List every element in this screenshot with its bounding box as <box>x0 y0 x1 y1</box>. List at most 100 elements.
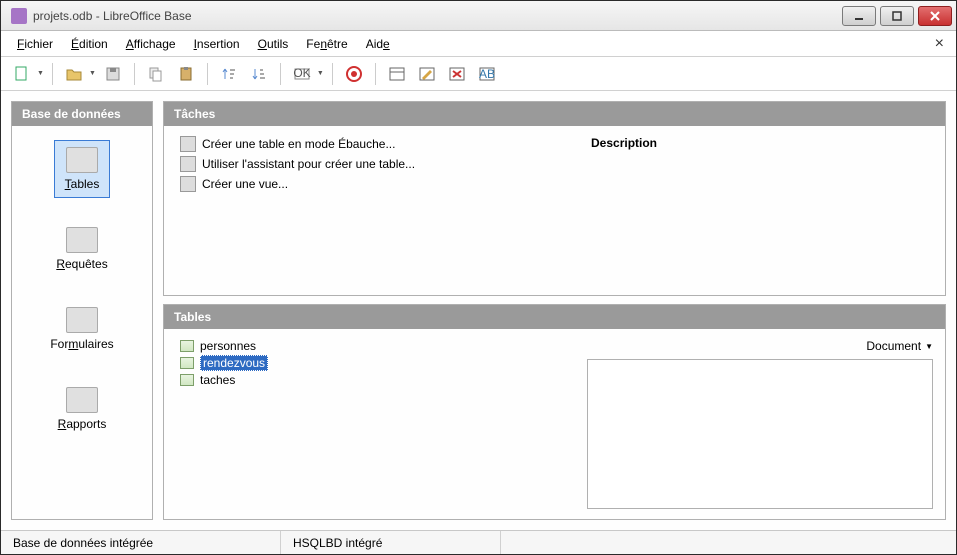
tables-panel-header: Tables <box>164 305 945 329</box>
menu-affichage[interactable]: Affichage <box>118 34 184 54</box>
task-icon <box>180 176 196 192</box>
database-panel: Base de données Tables Requêtes Formulai… <box>11 101 153 520</box>
sort-desc-icon[interactable] <box>246 61 272 87</box>
sidebar-item-label: Requêtes <box>56 257 107 271</box>
table-design-icon[interactable] <box>384 61 410 87</box>
task-create-view[interactable]: Créer une vue... <box>180 176 559 192</box>
close-document-icon[interactable]: × <box>931 35 948 53</box>
window-title: projets.odb - LibreOffice Base <box>33 9 838 23</box>
chevron-down-icon[interactable]: ▼ <box>37 70 44 77</box>
task-label: Utiliser l'assistant pour créer une tabl… <box>202 157 415 171</box>
edit-icon[interactable] <box>414 61 440 87</box>
menu-item-label: Aide <box>366 37 390 51</box>
minimize-button[interactable] <box>842 6 876 26</box>
maximize-button[interactable] <box>880 6 914 26</box>
table-item-label: rendezvous <box>200 355 268 371</box>
task-icon <box>180 136 196 152</box>
table-item-label: personnes <box>200 339 256 353</box>
menu-fenetre[interactable]: Fenêtre <box>298 34 355 54</box>
separator <box>207 63 208 85</box>
close-button[interactable] <box>918 6 952 26</box>
copy-icon[interactable] <box>143 61 169 87</box>
status-engine: HSQLBD intégré <box>281 531 501 554</box>
svg-text:AB: AB <box>479 67 495 81</box>
table-icon <box>180 374 194 386</box>
task-label: Créer une table en mode Ébauche... <box>202 137 395 151</box>
help-icon[interactable] <box>341 61 367 87</box>
separator <box>280 63 281 85</box>
preview-column: Document ▼ <box>575 329 945 519</box>
table-item-personnes[interactable]: personnes <box>180 339 559 353</box>
menu-outils[interactable]: Outils <box>250 34 297 54</box>
menu-item-label: Insertion <box>194 37 240 51</box>
paste-icon[interactable] <box>173 61 199 87</box>
table-icon <box>180 340 194 352</box>
reports-icon <box>66 387 98 413</box>
sidebar-item-label: Formulaires <box>50 337 113 351</box>
app-window: projets.odb - LibreOffice Base Fichier É… <box>0 0 957 555</box>
separator <box>332 63 333 85</box>
tables-body: personnes rendezvous taches <box>164 329 945 519</box>
menu-insertion[interactable]: Insertion <box>186 34 248 54</box>
description-header: Description <box>591 136 929 150</box>
open-doc-icon[interactable] <box>61 61 87 87</box>
window-controls <box>838 6 952 26</box>
sort-asc-icon[interactable] <box>216 61 242 87</box>
tables-icon <box>66 147 98 173</box>
chevron-down-icon[interactable]: ▼ <box>89 70 96 77</box>
tables-panel: Tables personnes rendezvous <box>163 304 946 520</box>
main-body: Base de données Tables Requêtes Formulai… <box>1 91 956 530</box>
forms-icon <box>66 307 98 333</box>
separator <box>375 63 376 85</box>
task-icon <box>180 156 196 172</box>
tasks-panel: Tâches Créer une table en mode Ébauche..… <box>163 101 946 296</box>
rename-icon[interactable]: AB <box>474 61 500 87</box>
delete-icon[interactable] <box>444 61 470 87</box>
separator <box>134 63 135 85</box>
form-ok-icon[interactable]: OK <box>289 61 315 87</box>
table-list: personnes rendezvous taches <box>164 329 575 519</box>
menu-item-label: Fenêtre <box>306 37 347 51</box>
sidebar-item-label: Rapports <box>58 417 107 431</box>
save-doc-icon[interactable] <box>100 61 126 87</box>
preview-box <box>587 359 933 509</box>
sidebar-item-tables[interactable]: Tables <box>54 140 111 198</box>
menu-edition[interactable]: Édition <box>63 34 116 54</box>
table-item-rendezvous[interactable]: rendezvous <box>180 355 559 371</box>
chevron-down-icon[interactable]: ▼ <box>925 342 933 351</box>
task-create-table-design[interactable]: Créer une table en mode Ébauche... <box>180 136 559 152</box>
sidebar-item-rapports[interactable]: Rapports <box>47 380 118 438</box>
tasks-panel-header: Tâches <box>164 102 945 126</box>
separator <box>52 63 53 85</box>
right-area: Tâches Créer une table en mode Ébauche..… <box>163 101 946 520</box>
menu-item-label: Fichier <box>17 37 53 51</box>
titlebar: projets.odb - LibreOffice Base <box>1 1 956 31</box>
tasks-body: Créer une table en mode Ébauche... Utili… <box>164 126 945 295</box>
chevron-down-icon[interactable]: ▼ <box>317 70 324 77</box>
database-items: Tables Requêtes Formulaires Rapports <box>12 126 152 519</box>
menu-item-label: Édition <box>71 37 108 51</box>
svg-text:OK: OK <box>293 66 310 80</box>
table-item-label: taches <box>200 373 235 387</box>
task-label: Créer une vue... <box>202 177 288 191</box>
menu-aide[interactable]: Aide <box>358 34 398 54</box>
view-mode-label[interactable]: Document <box>866 339 921 353</box>
sidebar-item-requetes[interactable]: Requêtes <box>45 220 118 278</box>
menu-item-label: Outils <box>258 37 289 51</box>
database-panel-header: Base de données <box>12 102 152 126</box>
view-mode-row: Document ▼ <box>587 339 933 353</box>
app-icon <box>11 8 27 24</box>
menu-item-label: Affichage <box>126 37 176 51</box>
queries-icon <box>66 227 98 253</box>
menubar: Fichier Édition Affichage Insertion Outi… <box>1 31 956 57</box>
toolbar: ▼ ▼ OK ▼ AB <box>1 57 956 91</box>
sidebar-item-formulaires[interactable]: Formulaires <box>39 300 124 358</box>
table-item-taches[interactable]: taches <box>180 373 559 387</box>
task-create-table-wizard[interactable]: Utiliser l'assistant pour créer une tabl… <box>180 156 559 172</box>
status-empty <box>501 531 956 554</box>
sidebar-item-label: Tables <box>65 177 100 191</box>
new-doc-icon[interactable] <box>9 61 35 87</box>
status-db-type: Base de données intégrée <box>1 531 281 554</box>
statusbar: Base de données intégrée HSQLBD intégré <box>1 530 956 554</box>
menu-fichier[interactable]: Fichier <box>9 34 61 54</box>
